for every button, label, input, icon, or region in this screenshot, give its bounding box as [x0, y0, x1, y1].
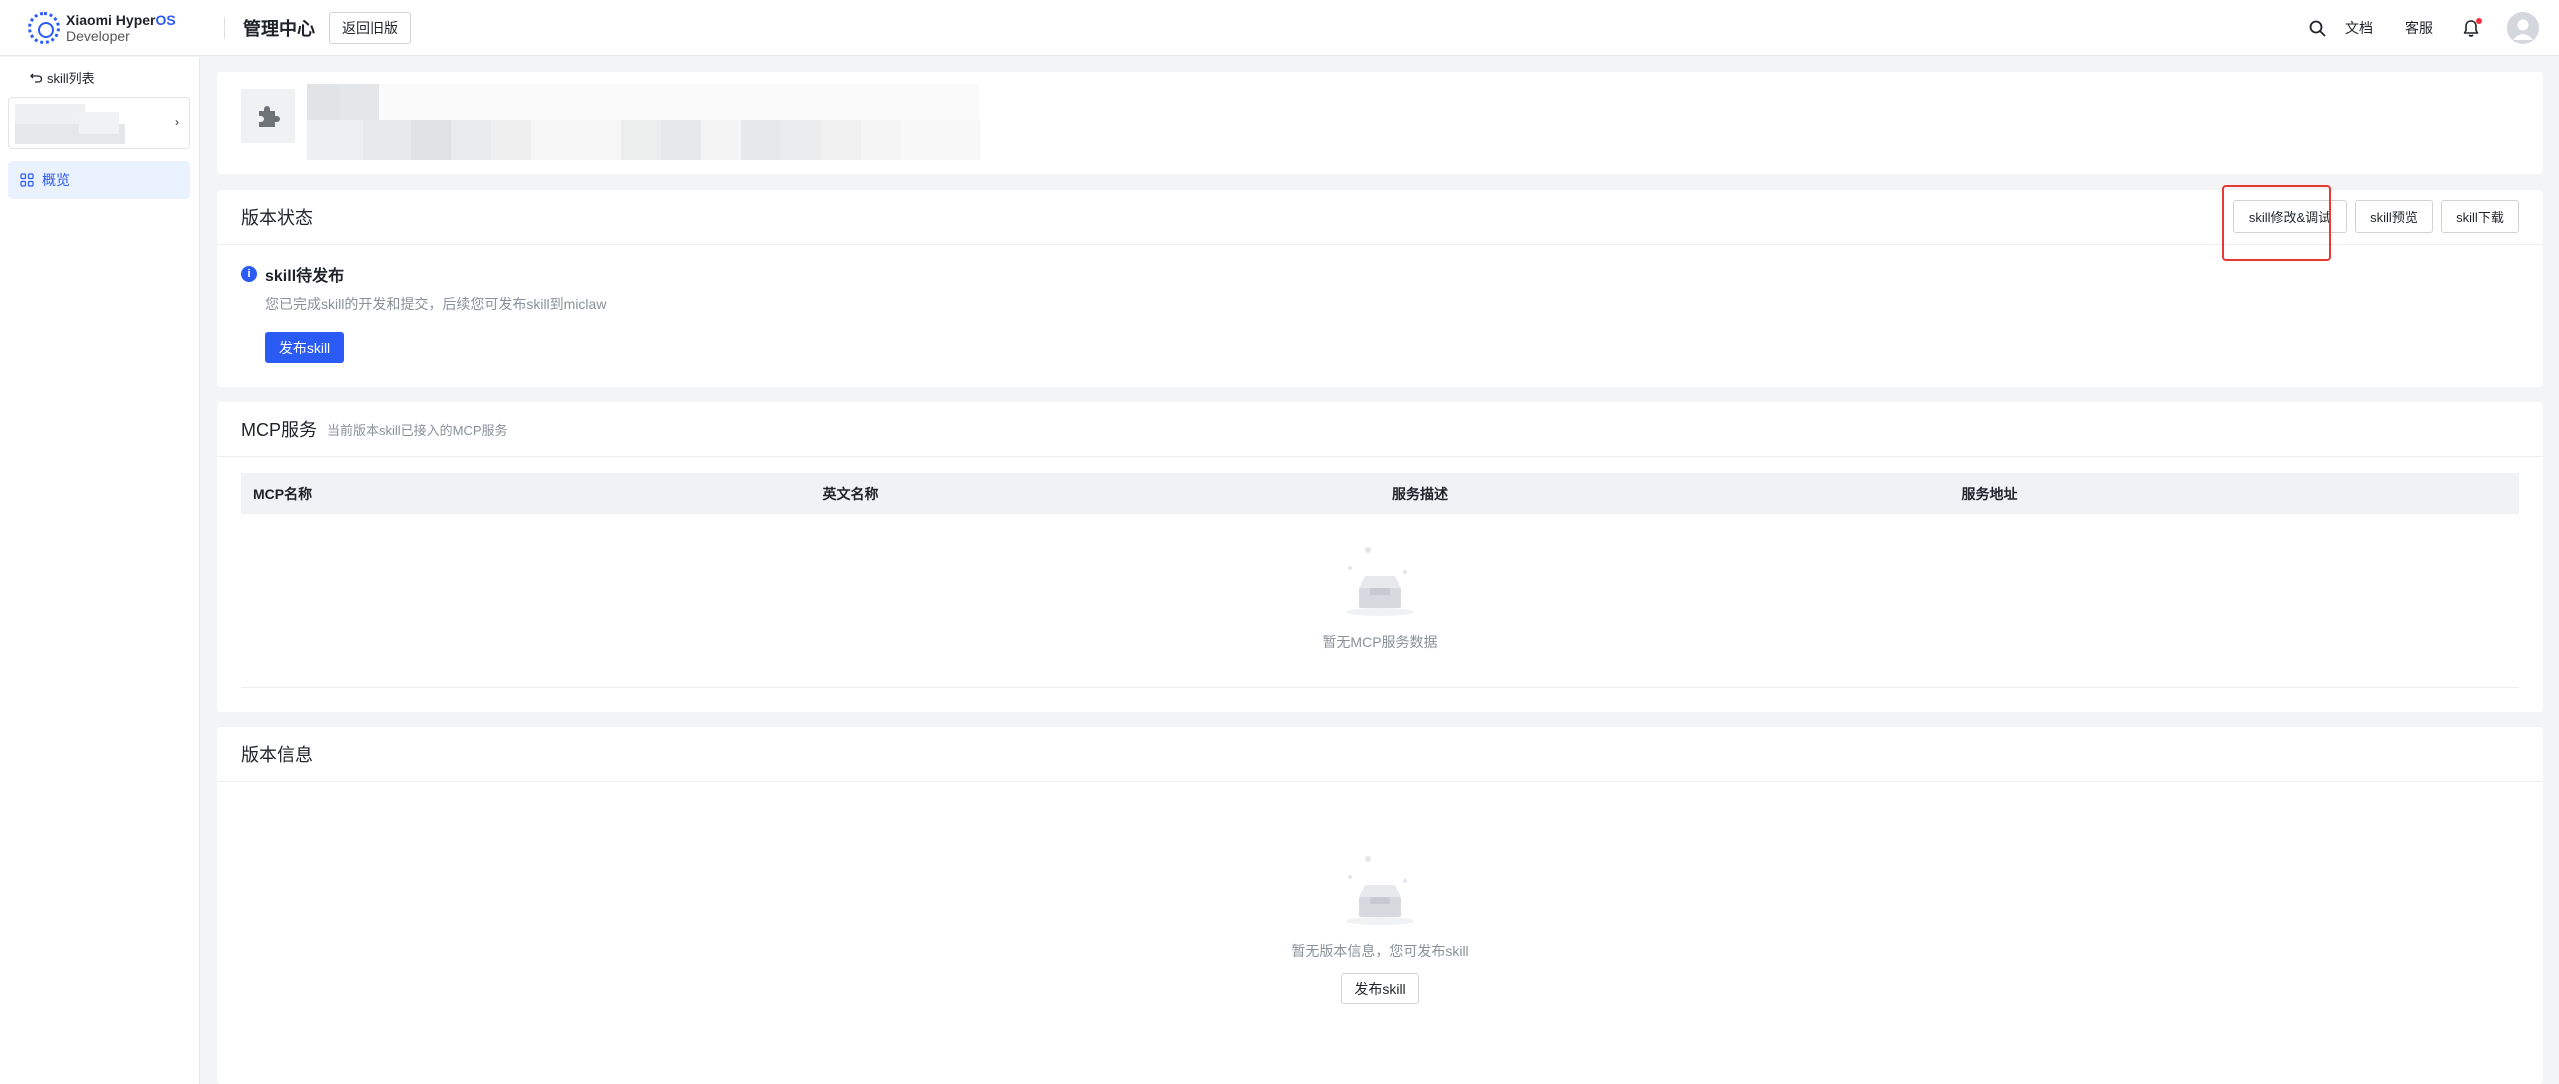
grid-icon: [20, 173, 34, 187]
old-version-button[interactable]: 返回旧版: [329, 11, 411, 44]
mcp-empty-state: 暂无MCP服务数据: [1290, 546, 1470, 652]
column-header: 服务描述: [1392, 485, 1448, 502]
support-link[interactable]: 客服: [2405, 18, 2433, 38]
logo[interactable]: Xiaomi HyperOS Developer: [28, 11, 196, 44]
sidebar-item-label: 概览: [42, 172, 70, 188]
skill-avatar: [241, 89, 295, 143]
column-header: MCP名称: [253, 485, 313, 502]
column-header: 英文名称: [822, 485, 879, 502]
version-status-card: 版本状态 skill修改&调试 skill预览 skill下载 i skill待…: [217, 190, 2543, 387]
version-info-card: 版本信息 暂无版本信息，您可发布skill 发布skill: [217, 727, 2543, 1084]
sidebar-item-overview[interactable]: 概览: [8, 161, 190, 199]
docs-link[interactable]: 文档: [2345, 18, 2373, 38]
puzzle-icon: [259, 106, 280, 127]
section-title: MCP服务: [241, 420, 317, 440]
header-divider: [224, 16, 225, 39]
empty-box-icon: [1346, 547, 1414, 616]
section-title: 版本状态: [241, 208, 313, 228]
avatar[interactable]: [2507, 12, 2539, 44]
divider: [241, 687, 2519, 688]
publish-skill-button[interactable]: 发布skill: [265, 332, 344, 363]
page-title: 管理中心: [243, 18, 315, 39]
top-actions: 文档 客服: [2307, 0, 2559, 56]
sidebar: skill列表 › 概览: [0, 57, 200, 1084]
mcp-table-header: MCP名称 英文名称 服务描述 服务地址: [241, 473, 2519, 514]
skill-preview-button[interactable]: skill预览: [2355, 200, 2433, 233]
skill-download-button[interactable]: skill下载: [2441, 200, 2519, 233]
chevron-icon: ›: [175, 115, 179, 129]
back-to-skill-list[interactable]: skill列表: [30, 67, 199, 87]
bell-icon[interactable]: [2461, 18, 2482, 38]
logo-subtitle: Developer: [66, 27, 130, 44]
info-icon: i: [241, 266, 257, 282]
status-description: 您已完成skill的开发和提交，后续您可发布skill到miclaw: [265, 296, 607, 312]
top-bar: Xiaomi HyperOS Developer 管理中心 返回旧版 文档 客服: [0, 0, 2559, 56]
skill-selector[interactable]: ›: [8, 97, 190, 149]
empty-message: 暂无MCP服务数据: [1322, 634, 1438, 650]
section-title: 版本信息: [241, 745, 313, 765]
notification-badge: [2476, 18, 2482, 24]
version-empty-state: 暂无版本信息，您可发布skill 发布skill: [1260, 855, 1500, 1004]
section-subtitle: 当前版本skill已接入的MCP服务: [327, 422, 508, 438]
back-arrow-icon: [30, 73, 43, 83]
skill-header-card: [217, 72, 2543, 174]
redacted-skill-name: [15, 104, 85, 124]
empty-box-icon: [1346, 856, 1414, 925]
status-title: skill待发布: [265, 268, 345, 285]
skill-actions: skill修改&调试 skill预览 skill下载: [2233, 200, 2519, 233]
logo-brand: Xiaomi HyperOS: [66, 11, 176, 28]
hyperos-logo-icon: [28, 11, 60, 44]
mcp-service-card: MCP服务 当前版本skill已接入的MCP服务 MCP名称 英文名称 服务描述…: [217, 402, 2543, 712]
skill-edit-debug-button[interactable]: skill修改&调试: [2233, 200, 2347, 233]
back-label: skill列表: [47, 70, 95, 86]
column-header: 服务地址: [1961, 485, 2018, 502]
search-icon[interactable]: [2307, 18, 2327, 38]
publish-skill-secondary-button[interactable]: 发布skill: [1341, 973, 1419, 1004]
empty-message: 暂无版本信息，您可发布skill: [1291, 943, 1469, 959]
